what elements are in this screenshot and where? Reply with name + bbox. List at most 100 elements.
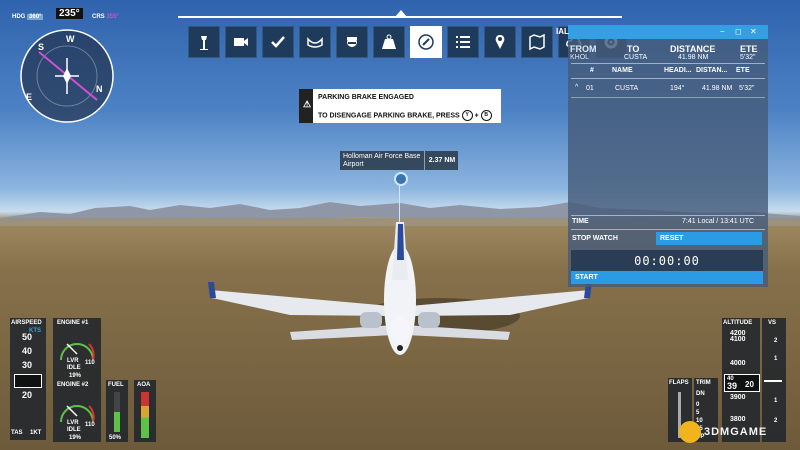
weight-icon[interactable]	[373, 26, 405, 58]
close-icon[interactable]: ✕	[750, 27, 757, 36]
airplane	[208, 222, 592, 355]
compass-w: W	[66, 34, 75, 44]
fuel-percent: 50%	[109, 435, 122, 441]
time-local: 7:41 Local	[682, 218, 715, 225]
row-distance: 41.98 NM	[702, 85, 733, 92]
notice-title: PARKING BRAKE ENGAGED	[318, 94, 414, 101]
row-heading: 194°	[670, 85, 685, 92]
trim-label: TRIM	[696, 380, 711, 386]
summary-ete-label: ETE	[740, 44, 758, 54]
divider	[571, 78, 765, 79]
hdg-value: 360°	[27, 14, 44, 20]
vs-tick: 2	[774, 338, 778, 344]
assistance-icon[interactable]	[299, 26, 331, 58]
row-ete: 5'32"	[739, 85, 755, 92]
idle-label: IDLE	[67, 365, 81, 371]
alt-tick: 3900	[730, 394, 746, 401]
objectives-icon[interactable]	[447, 26, 479, 58]
heading-readout: 235°	[56, 8, 83, 19]
as-tick: 50	[22, 332, 33, 342]
divider	[571, 97, 765, 98]
warning-icon: ⚠	[299, 89, 313, 123]
waypoint-label: Holloman Air Force Base Airport 2.37 NM	[340, 151, 458, 170]
altitude-label: ALTITUDE	[723, 320, 753, 326]
lvr-label: LVR	[67, 420, 79, 426]
waypoint-marker-icon[interactable]	[394, 172, 408, 186]
navlog-icon[interactable]	[410, 26, 442, 58]
divider	[571, 229, 765, 230]
engine2-label: ENGINE #2	[57, 382, 89, 388]
engine2-gauge: ENGINE #2 LVR IDLE 110 19%	[53, 380, 101, 442]
vs-tick: 1	[774, 356, 778, 362]
reset-button[interactable]: RESET	[656, 232, 762, 245]
summary-to-value: CUSTA	[624, 54, 648, 61]
col-heading: HEADI...	[664, 67, 692, 74]
idle-label: IDLE	[67, 427, 81, 433]
aoa-gauge: AOA	[134, 380, 156, 442]
toolbar-collapse-caret[interactable]	[395, 10, 407, 17]
fuel-gauge: FUEL 50%	[106, 380, 128, 442]
alt-sub: 20	[745, 380, 754, 389]
summary-distance-value: 41.98 NM	[678, 54, 709, 61]
aoa-bar	[141, 392, 149, 438]
time-utc: 13:41 UTC	[720, 218, 755, 225]
summary-distance-label: DISTANCE	[670, 44, 716, 54]
as-tick: 30	[22, 360, 33, 370]
compass-s: S	[38, 42, 45, 52]
engine1-percent: 19%	[69, 373, 82, 379]
hdg-label: HDG	[12, 14, 26, 20]
crs-value: 355°	[106, 14, 119, 20]
airspeed-indicator: AIRSPEED KTS 50 40 30 20 TAS 1KT	[10, 318, 46, 440]
row-toggle-icon[interactable]: ^	[575, 84, 578, 91]
summary-ete-value: 5'32"	[740, 54, 756, 61]
table-row[interactable]: ^ 01 CUSTA 194° 41.98 NM 5'32"	[571, 81, 765, 97]
engine2-value: 110	[85, 422, 95, 428]
divider	[571, 63, 765, 64]
panel-header: IAL − ◻ ✕	[556, 25, 768, 39]
waypoint-line	[399, 184, 400, 224]
tas-label: TAS	[11, 430, 23, 436]
lvr-label: LVR	[67, 358, 79, 364]
divider	[571, 215, 765, 216]
col-number: #	[590, 67, 594, 74]
atc-tower-icon[interactable]	[188, 26, 220, 58]
checklist-icon[interactable]	[262, 26, 294, 58]
pilot-icon[interactable]	[336, 26, 368, 58]
fuel-label: FUEL	[108, 382, 124, 388]
alt-current: 39	[727, 381, 738, 391]
col-name: NAME	[612, 67, 633, 74]
engine1-gauge: ENGINE #1 LVR IDLE 110 19%	[53, 318, 101, 380]
engine1-value: 110	[85, 360, 95, 366]
as-tick: 40	[22, 346, 33, 356]
vs-pointer	[764, 380, 782, 382]
trim-tick: 0	[696, 402, 700, 408]
navlog-panel: IAL − ◻ ✕ FROM KHOL TO CUSTA DISTANCE 41…	[556, 25, 768, 287]
fuel-fill	[114, 412, 120, 432]
aoa-label: AOA	[137, 382, 151, 388]
altitude-readout: 40 39 20	[724, 374, 760, 392]
engine2-percent: 19%	[69, 435, 82, 441]
parking-brake-notice: ⚠ PARKING BRAKE ENGAGED TO DISENGAGE PAR…	[299, 89, 501, 123]
stopwatch-display: 00:00:00	[571, 250, 763, 272]
map-icon[interactable]	[521, 26, 553, 58]
watermark-logo: 3DMGAME	[676, 416, 798, 446]
tas-value: 1KT	[30, 430, 42, 436]
alt-tick: 4100	[730, 336, 746, 343]
engine1-label: ENGINE #1	[57, 320, 89, 326]
crs-label: CRS	[92, 14, 105, 20]
as-tick: 20	[22, 390, 33, 400]
start-button[interactable]: START	[571, 271, 763, 284]
maximize-icon[interactable]: ◻	[735, 27, 742, 36]
stopwatch-label: STOP WATCH	[572, 235, 618, 242]
compass-n: N	[96, 84, 103, 94]
time-label: TIME	[572, 218, 589, 225]
trim-dn-label: DN	[696, 391, 705, 397]
col-distance: DISTAN...	[696, 67, 728, 74]
waypoint-distance: 2.37 NM	[424, 151, 459, 170]
flaps-label: FLAPS	[669, 380, 689, 386]
minimize-icon[interactable]: −	[720, 27, 725, 36]
airspeed-pointer	[14, 374, 42, 388]
waypoint-icon[interactable]	[484, 26, 516, 58]
camera-icon[interactable]	[225, 26, 257, 58]
col-ete: ETE	[736, 67, 750, 74]
